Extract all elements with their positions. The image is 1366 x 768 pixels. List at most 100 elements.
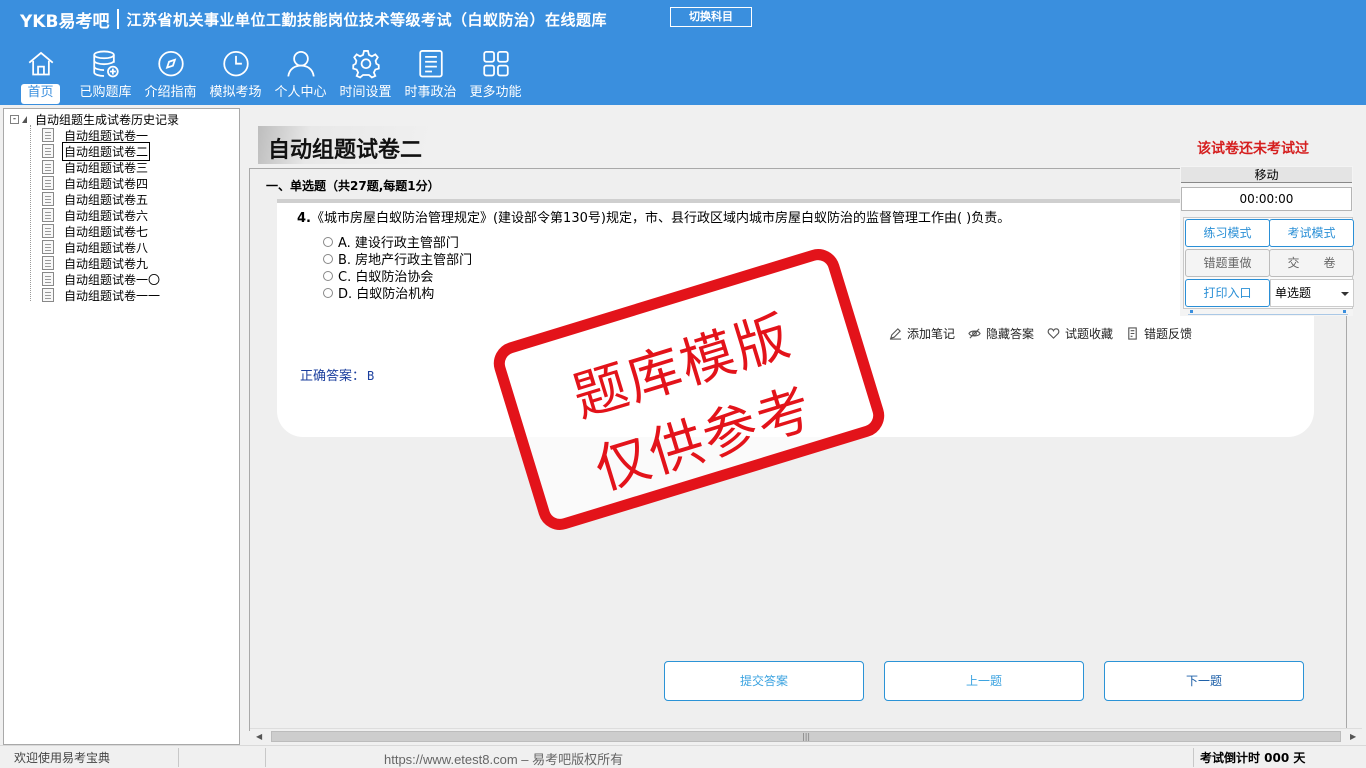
document-icon <box>42 224 54 238</box>
tree-connector <box>30 125 31 301</box>
question-type-select[interactable]: 单选题 <box>1270 279 1354 307</box>
tree-item-label: 自动组题试卷八 <box>64 240 149 255</box>
error-feedback-button[interactable]: 错题反馈 <box>1126 325 1192 342</box>
nav-item-profile[interactable]: 个人中心 <box>268 44 333 104</box>
nav-label: 介绍指南 <box>144 85 197 101</box>
option-b[interactable]: B. 房地产行政主管部门 <box>323 250 472 268</box>
gear-icon <box>351 50 380 79</box>
nav-item-mock-exam[interactable]: 模拟考场 <box>203 44 268 104</box>
nav-item-purchased[interactable]: 已购题库 <box>73 44 138 104</box>
document-icon <box>42 176 54 190</box>
scroll-right-icon[interactable]: ▶ <box>1350 732 1356 741</box>
copyright-url: https://www.etest8.com – 易考吧版权所有 <box>384 752 624 767</box>
tool-label: 错题反馈 <box>1144 327 1193 341</box>
panel-scroll-indicator <box>1188 310 1348 315</box>
feedback-icon <box>1128 327 1137 340</box>
radio-icon[interactable] <box>323 270 333 281</box>
radio-icon[interactable] <box>323 287 333 298</box>
grid-icon <box>482 51 509 77</box>
main-nav: 首页 已购题库 介绍指南 模拟考场 个人中心 时间设置 时事政治 更多功能 <box>8 44 528 104</box>
nav-label: 时间设置 <box>339 85 392 101</box>
nav-item-time-settings[interactable]: 时间设置 <box>333 44 398 104</box>
radio-icon[interactable] <box>323 253 333 264</box>
status-bar: 欢迎使用易考宝典 https://www.etest8.com – 易考吧版权所… <box>0 745 1366 768</box>
hand-in-button[interactable]: 交 卷 <box>1269 249 1354 277</box>
tree-item[interactable]: 自动组题试卷八 <box>42 239 148 255</box>
nav-label: 时事政治 <box>404 85 457 101</box>
tree-item-label: 自动组题试卷五 <box>64 192 149 207</box>
exam-countdown: 考试倒计时 000 天 <box>1200 751 1306 765</box>
next-question-button[interactable]: 下一题 <box>1104 661 1304 701</box>
document-icon <box>42 208 54 222</box>
question-body: 《城市房屋白蚁防治管理规定》(建设部令第130号)规定，市、县行政区域内城市房屋… <box>310 211 1011 226</box>
option-c[interactable]: C. 白蚁防治协会 <box>323 267 433 285</box>
tree-item-label: 自动组题试卷一一 <box>64 288 161 303</box>
tree-item-label: 自动组题试卷四 <box>64 176 149 191</box>
answer-value: B <box>367 369 375 383</box>
print-button[interactable]: 打印入口 <box>1185 279 1270 307</box>
exam-control-panel: 移动 00:00:00 练习模式 考试模式 错题重做 交 卷 打印入口 单选题 <box>1180 166 1354 316</box>
tree-item[interactable]: 自动组题试卷六 <box>42 207 148 223</box>
collapse-toggle[interactable]: - <box>10 114 19 124</box>
tree-item[interactable]: 自动组题试卷五 <box>42 191 148 207</box>
add-note-button[interactable]: 添加笔记 <box>889 325 955 342</box>
scroll-left-icon[interactable]: ◀ <box>256 732 262 741</box>
tree-item[interactable]: 自动组题试卷一一 <box>42 287 160 303</box>
eye-hide-icon <box>968 328 981 339</box>
hide-answer-button[interactable]: 隐藏答案 <box>968 325 1034 342</box>
tree-root[interactable]: - 自动组题生成试卷历史记录 <box>10 111 179 127</box>
document-icon <box>42 272 54 286</box>
favorite-button[interactable]: 试题收藏 <box>1047 325 1113 342</box>
card-top-bar <box>277 199 1314 203</box>
top-header: YKB易考吧 江苏省机关事业单位工勤技能岗位技术等级考试（白蚁防治）在线题库 切… <box>0 0 1366 105</box>
status-divider <box>178 748 179 767</box>
question-tools: 添加笔记 隐藏答案 试题收藏 错题反馈 <box>889 325 1205 342</box>
app-logo: YKB易考吧 <box>20 11 110 32</box>
home-icon <box>28 51 53 76</box>
tree-item-label: 自动组题试卷七 <box>64 224 149 239</box>
exam-mode-button[interactable]: 考试模式 <box>1269 219 1354 247</box>
prev-question-button[interactable]: 上一题 <box>884 661 1084 701</box>
app-title: 江苏省机关事业单位工勤技能岗位技术等级考试（白蚁防治）在线题库 <box>126 10 607 29</box>
scrollbar-thumb[interactable]: ||| <box>271 731 1341 742</box>
expand-arrow-icon <box>22 115 27 123</box>
horizontal-scrollbar[interactable]: ◀ ||| ▶ <box>250 728 1362 744</box>
tree-item[interactable]: 自动组题试卷二 <box>42 141 151 161</box>
exam-status-text: 该试卷还未考试过 <box>1197 141 1309 157</box>
nav-item-home[interactable]: 首页 <box>8 44 73 104</box>
switch-subject-button[interactable]: 切换科目 <box>670 7 752 27</box>
welcome-text: 欢迎使用易考宝典 <box>14 751 111 765</box>
nav-item-more[interactable]: 更多功能 <box>463 44 528 104</box>
status-divider <box>265 748 266 767</box>
user-icon <box>286 51 315 77</box>
nav-item-current-affairs[interactable]: 时事政治 <box>398 44 463 104</box>
paper-title: 自动组题试卷二 <box>268 138 423 163</box>
move-handle[interactable]: 移动 <box>1181 167 1352 183</box>
nav-item-guide[interactable]: 介绍指南 <box>138 44 203 104</box>
document-icon <box>42 144 54 158</box>
timer-display: 00:00:00 <box>1181 187 1352 211</box>
tool-label: 隐藏答案 <box>986 327 1035 341</box>
submit-answer-button[interactable]: 提交答案 <box>664 661 864 701</box>
practice-mode-button[interactable]: 练习模式 <box>1185 219 1270 247</box>
tree-item-label: 自动组题试卷三 <box>64 160 149 175</box>
tool-label: 试题收藏 <box>1065 327 1114 341</box>
select-value: 单选题 <box>1275 286 1312 300</box>
news-icon <box>418 50 443 78</box>
document-icon <box>42 128 54 142</box>
tree-item[interactable]: 自动组题试卷三 <box>42 159 148 175</box>
tree-item[interactable]: 自动组题试卷七 <box>42 223 148 239</box>
tree-root-label: 自动组题生成试卷历史记录 <box>35 112 180 127</box>
question-number: 4. <box>297 211 311 226</box>
radio-icon[interactable] <box>323 236 333 247</box>
nav-label: 更多功能 <box>469 85 522 101</box>
tree-item[interactable]: 自动组题试卷四 <box>42 175 148 191</box>
tree-item[interactable]: 自动组题试卷九 <box>42 255 148 271</box>
option-d[interactable]: D. 白蚁防治机构 <box>323 284 434 302</box>
grip-icon: ||| <box>802 732 811 741</box>
tree-item[interactable]: 自动组题试卷一〇 <box>42 271 160 287</box>
clock-icon <box>222 51 249 77</box>
redo-wrong-button[interactable]: 错题重做 <box>1185 249 1270 277</box>
answer-label: 正确答案： <box>300 369 366 384</box>
option-a[interactable]: A. 建设行政主管部门 <box>323 233 459 251</box>
